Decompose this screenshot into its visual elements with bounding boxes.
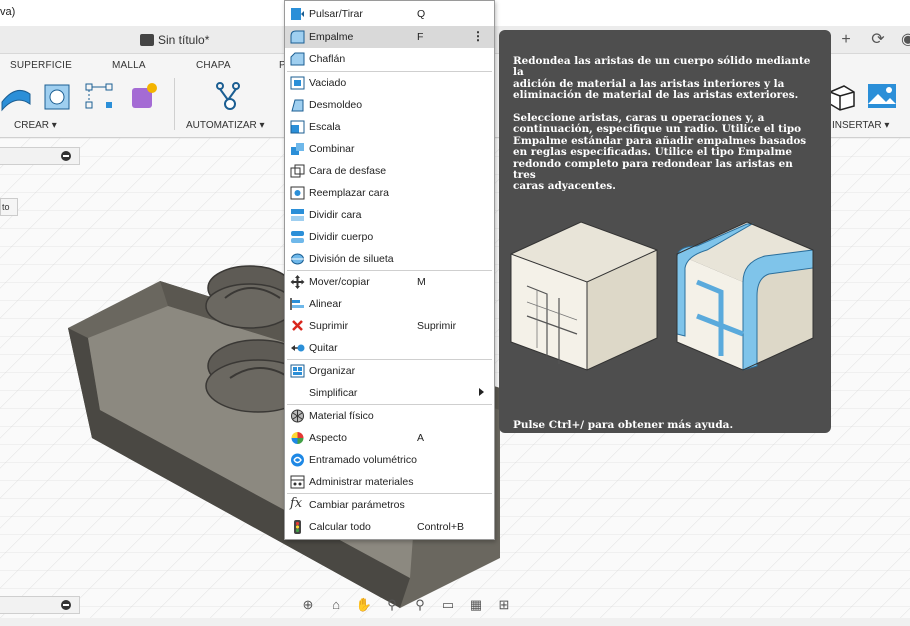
tab-sheet-metal[interactable]: CHAPA [196,60,231,71]
menu-item-chamfer[interactable]: Chaflán [285,48,494,70]
document-cube-icon [140,34,154,46]
document-title: Sin título* [158,33,210,47]
menu-item-split-face[interactable]: Dividir cara [285,204,494,226]
menu-item-arrange[interactable]: Organizar [285,360,494,382]
shell-tool-icon[interactable] [42,80,74,112]
split-face-icon [291,209,304,221]
zoom-icon[interactable]: ⚲ [382,596,402,614]
browser-panel-header[interactable] [0,147,80,165]
automate-tool-icon[interactable] [212,80,244,112]
volumetric-lattice-icon [291,453,304,467]
align-icon [290,298,304,310]
insert-group-label[interactable]: INSERTAR ▾ [832,120,889,131]
insert-image-icon[interactable] [866,80,898,112]
cube-after-image [676,221,814,371]
offset-face-icon [290,164,305,178]
browser-partial-label: to [0,198,18,216]
menu-item-appearance[interactable]: Aspecto A [285,427,494,449]
tab-surface[interactable]: SUPERFICIE [10,60,72,71]
viewports-icon[interactable]: ⊞ [494,596,514,614]
modify-context-menu: Pulsar/Tirar Q Empalme F ⋮ Chaflán Vacia… [284,0,495,540]
window-title: va) [0,6,16,18]
arrange-icon [290,364,305,378]
menu-item-physical-material[interactable]: Material físico [285,405,494,427]
move-copy-icon [290,275,305,289]
fillet-icon [290,30,305,44]
comments-panel-header[interactable] [0,596,80,614]
physical-material-icon [291,409,304,423]
parameters-icon: fx [290,496,303,511]
hand-pan-icon[interactable]: ✋ [354,596,374,614]
menu-item-draft[interactable]: Desmoldeo [285,94,494,116]
zoom-window-icon[interactable]: ⚲ [410,596,430,614]
profile-icon[interactable]: ◉ [898,30,910,50]
fillet-illustration [510,221,814,371]
grid-settings-icon[interactable]: ▦ [466,596,486,614]
compute-all-icon [294,520,301,534]
menu-item-simplify[interactable]: Simplificar [285,382,494,404]
manage-materials-icon [290,475,305,489]
menu-item-change-parameters[interactable]: fx Cambiar parámetros [285,494,494,516]
extrude-tool-icon[interactable] [0,80,32,112]
scale-icon [290,120,305,134]
status-bar [0,618,910,626]
orbit-icon[interactable]: ⊕ [298,596,318,614]
display-mode-icon[interactable]: ▭ [438,596,458,614]
chamfer-icon [290,52,305,66]
viewport-nav-bar: ⊕ ⌂ ✋ ⚲ ⚲ ▭ ▦ ⊞ [298,594,538,616]
ribbon-divider [174,78,175,130]
pan-view-icon[interactable]: ⌂ [326,596,346,614]
fillet-help-tooltip: Redondea las aristas de un cuerpo sólido… [499,30,831,433]
menu-item-compute-all[interactable]: Calcular todo Control+B [285,516,494,538]
menu-item-scale[interactable]: Escala [285,116,494,138]
menu-item-move-copy[interactable]: Mover/copiar M [285,271,494,293]
menu-item-manage-materials[interactable]: Administrar materiales [285,471,494,493]
sketch-tool-icon[interactable] [84,80,116,112]
tooltip-description: Redondea las aristas de un cuerpo sólido… [513,55,811,193]
menu-item-fillet[interactable]: Empalme F ⋮ [285,26,494,48]
menu-item-silhouette-split[interactable]: División de silueta [285,248,494,270]
menu-item-shell[interactable]: Vaciado [285,72,494,94]
tooltip-help-hint: Pulse Ctrl+/ para obtener más ayuda. [513,419,734,431]
push-pull-icon [291,8,304,20]
new-tab-plus-icon[interactable]: + [836,30,856,50]
shell-icon [290,76,305,90]
menu-item-volumetric-lattice[interactable]: Entramado volumétrico [285,449,494,471]
tab-mesh[interactable]: MALLA [112,60,146,71]
add-comment-icon[interactable] [61,600,71,610]
automate-group-label[interactable]: AUTOMATIZAR ▾ [186,120,265,131]
split-body-icon [291,231,304,243]
menu-item-split-body[interactable]: Dividir cuerpo [285,226,494,248]
create-group-label[interactable]: CREAR ▾ [14,120,57,131]
menu-item-delete[interactable]: Suprimir Suprimir [285,315,494,337]
collapse-panel-icon[interactable] [61,151,71,161]
menu-item-remove[interactable]: Quitar [285,337,494,359]
refresh-icon[interactable]: ⟳ [868,30,888,50]
delete-icon [292,320,303,331]
menu-item-replace-face[interactable]: Reemplazar cara [285,182,494,204]
more-options-icon[interactable]: ⋮ [472,29,484,43]
remove-icon [291,344,305,352]
menu-item-push-pull[interactable]: Pulsar/Tirar Q [285,3,494,25]
replace-face-icon [290,186,305,200]
menu-item-align[interactable]: Alinear [285,293,494,315]
combine-icon [291,143,304,155]
form-tool-icon[interactable] [128,80,160,112]
menu-item-combine[interactable]: Combinar [285,138,494,160]
submenu-arrow-icon [479,388,484,396]
draft-icon [291,99,304,112]
document-title-wrap: Sin título* [140,33,209,47]
silhouette-split-icon [291,253,304,265]
menu-item-offset-face[interactable]: Cara de desfase [285,160,494,182]
cube-before-image [510,221,658,371]
appearance-icon [291,432,304,444]
